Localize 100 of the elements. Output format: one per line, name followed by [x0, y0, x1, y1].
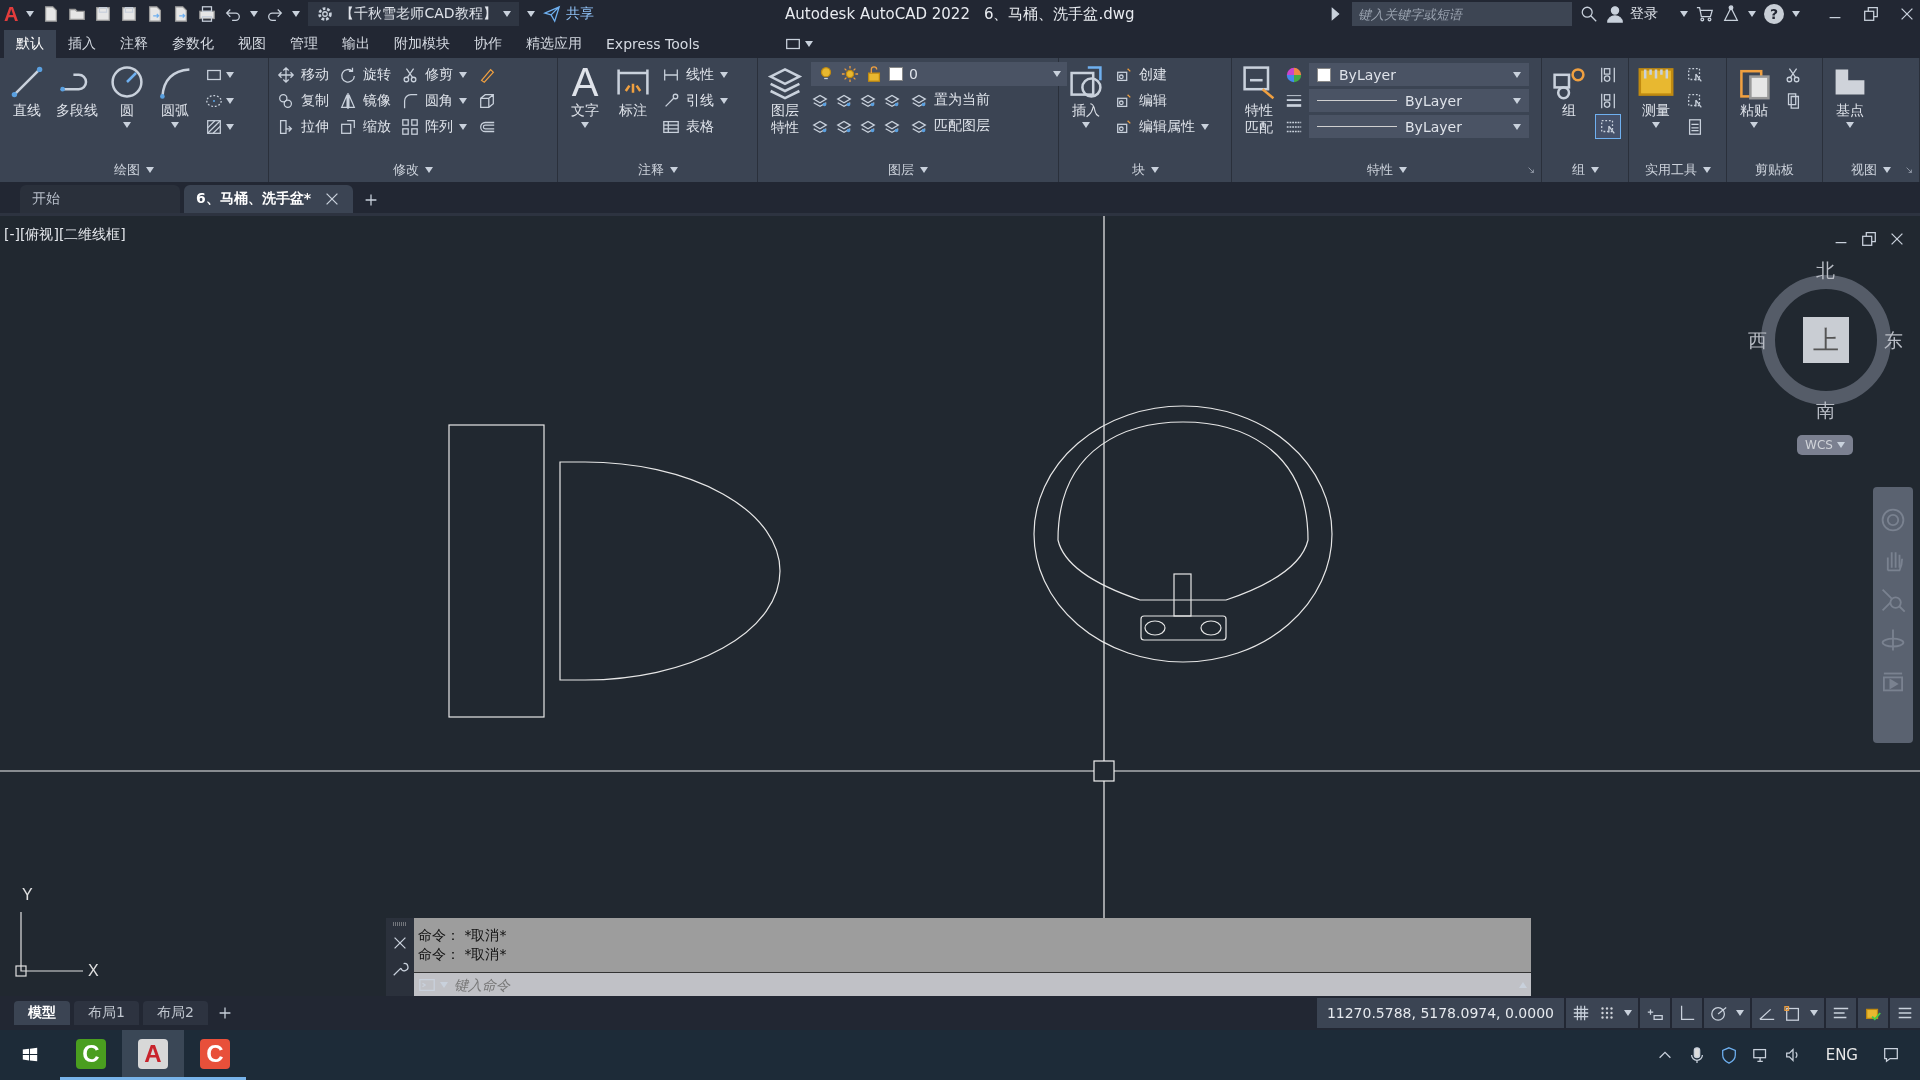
ribbon-tab[interactable]: 插入: [56, 30, 108, 58]
triangle-nodes-icon[interactable]: [1722, 5, 1740, 23]
ribbon-button[interactable]: 镜像: [336, 88, 394, 113]
ribbon-large-button[interactable]: 圆弧: [153, 62, 197, 158]
caret-icon[interactable]: [1398, 167, 1407, 173]
search-icon[interactable]: [1580, 5, 1598, 23]
workspace-dropdown[interactable]: 【千秋雪老师CAD教程】: [308, 2, 519, 26]
ribbon-button[interactable]: 旋转: [336, 62, 394, 87]
ribbon-large-button[interactable]: 组: [1547, 62, 1591, 158]
ortho-icon[interactable]: [1678, 1004, 1696, 1022]
caret-icon[interactable]: [1513, 123, 1521, 130]
ribbon-tab[interactable]: 参数化: [160, 30, 226, 58]
command-input[interactable]: 键入命令: [452, 975, 1515, 994]
grip-handle[interactable]: [392, 922, 408, 926]
ribbon-large-button[interactable]: A 文字: [563, 62, 607, 158]
ribbon-button[interactable]: 圆角: [398, 88, 470, 113]
caret-icon[interactable]: [1513, 97, 1521, 104]
ribbon-large-button[interactable]: 标注: [611, 62, 655, 158]
panel-title[interactable]: 实用工具: [1644, 161, 1697, 179]
ribbon-button[interactable]: 编辑: [1112, 88, 1212, 113]
property-dropdown[interactable]: ByLayer: [1309, 63, 1529, 86]
caret-icon[interactable]: [1750, 122, 1758, 128]
layer-dropdown[interactable]: 0: [811, 62, 1067, 86]
ribbon-tab[interactable]: 精选应用: [514, 30, 594, 58]
ribbon-button[interactable]: 表格: [659, 114, 731, 139]
ribbon-tab[interactable]: 管理: [278, 30, 330, 58]
caret-icon[interactable]: [1810, 1010, 1818, 1016]
layout-tab[interactable]: 模型: [14, 1001, 70, 1025]
ribbon-button[interactable]: 修剪: [398, 62, 470, 87]
compass-direction[interactable]: 北: [1816, 260, 1835, 280]
property-dropdown[interactable]: ByLayer: [1309, 115, 1529, 138]
caret-icon[interactable]: [425, 167, 433, 173]
ribbon-large-button[interactable]: 图层特性: [763, 62, 807, 158]
ribbon-button[interactable]: 阵列: [398, 114, 470, 139]
property-dropdown[interactable]: ByLayer: [1309, 89, 1529, 112]
launcher-arrow-icon[interactable]: [1527, 166, 1535, 174]
caret-icon[interactable]: [1082, 122, 1090, 128]
panel-title[interactable]: 视图: [1851, 161, 1877, 179]
ribbon-button[interactable]: 移动: [274, 62, 332, 87]
ribbon-tab[interactable]: 视图: [226, 30, 278, 58]
ribbon-tab[interactable]: 注释: [108, 30, 160, 58]
ribbon-button[interactable]: 引线: [659, 88, 731, 113]
ribbon-button[interactable]: 复制: [274, 88, 332, 113]
caret-icon[interactable]: [1680, 11, 1688, 17]
viewport-controls-label[interactable]: [-][俯视][二维线框]: [4, 226, 126, 244]
caret-icon[interactable]: [502, 11, 511, 17]
restore-icon[interactable]: [1862, 5, 1880, 23]
layout-tab[interactable]: 布局1: [74, 1001, 139, 1025]
search-field[interactable]: 键入关键字或短语: [1352, 2, 1572, 26]
caret-icon[interactable]: [1883, 167, 1891, 173]
ribbon-tab[interactable]: 附加模块: [382, 30, 462, 58]
object-snap-icon[interactable]: [1784, 1004, 1802, 1022]
help-icon[interactable]: ?: [1764, 4, 1784, 24]
panel-title[interactable]: 注释: [637, 161, 664, 179]
grid-icon[interactable]: [1572, 1004, 1590, 1022]
ribbon-large-button[interactable]: 插入: [1064, 62, 1108, 158]
caret-icon[interactable]: [1150, 167, 1159, 173]
caret-icon[interactable]: [146, 167, 154, 173]
ribbon-button[interactable]: 置为当前: [907, 87, 993, 112]
caret-icon[interactable]: [581, 122, 589, 128]
panel-title[interactable]: 图层: [888, 161, 914, 179]
language-indicator[interactable]: ENG: [1825, 1046, 1858, 1064]
ribbon-tab[interactable]: 协作: [462, 30, 514, 58]
launcher-arrow-icon[interactable]: [1905, 166, 1913, 174]
caret-icon[interactable]: [1846, 122, 1854, 128]
printer-icon[interactable]: [198, 5, 217, 23]
caret-icon[interactable]: [123, 122, 131, 128]
caret-icon[interactable]: [292, 11, 301, 17]
document-tab[interactable]: 6、马桶、洗手盆*: [184, 185, 354, 213]
windows-logo-icon[interactable]: [21, 1046, 39, 1064]
ribbon-icon-button[interactable]: [1595, 114, 1621, 139]
caret-icon[interactable]: [526, 11, 535, 17]
viewcube-face[interactable]: 上: [1803, 317, 1849, 363]
ribbon-button[interactable]: 线性: [659, 62, 731, 87]
notification-icon[interactable]: [1882, 1046, 1900, 1064]
panel-title[interactable]: 块: [1131, 161, 1145, 179]
caret-icon[interactable]: [459, 123, 467, 130]
taskbar-app-button[interactable]: C: [184, 1030, 246, 1080]
ribbon-large-button[interactable]: 多段线: [53, 62, 101, 158]
layout-tab[interactable]: 布局2: [142, 1001, 208, 1025]
ribbon-tab[interactable]: 默认: [4, 30, 56, 58]
caret-icon[interactable]: [1748, 11, 1756, 17]
panel-title[interactable]: 修改: [393, 161, 419, 179]
panel-title[interactable]: 组: [1571, 161, 1585, 179]
caret-icon[interactable]: [1590, 167, 1599, 173]
ribbon-large-button[interactable]: 测量: [1634, 62, 1678, 158]
caret-icon[interactable]: [226, 71, 234, 78]
ribbon-large-button[interactable]: 粘贴: [1732, 62, 1776, 158]
caret-icon[interactable]: [1624, 1010, 1632, 1016]
ribbon-large-button[interactable]: 直线: [5, 62, 49, 158]
caret-icon[interactable]: [1513, 71, 1521, 78]
taskbar-app-button[interactable]: A: [122, 1030, 184, 1080]
caret-icon[interactable]: [1201, 123, 1209, 130]
caret-icon[interactable]: [920, 167, 928, 173]
compass-direction[interactable]: 东: [1884, 330, 1903, 350]
share-button[interactable]: 共享: [542, 5, 594, 23]
caret-icon[interactable]: [1702, 167, 1711, 173]
ribbon-tab[interactable]: 输出: [330, 30, 382, 58]
ribbon-button[interactable]: 创建: [1112, 62, 1212, 87]
panel-title[interactable]: 绘图: [114, 161, 140, 179]
